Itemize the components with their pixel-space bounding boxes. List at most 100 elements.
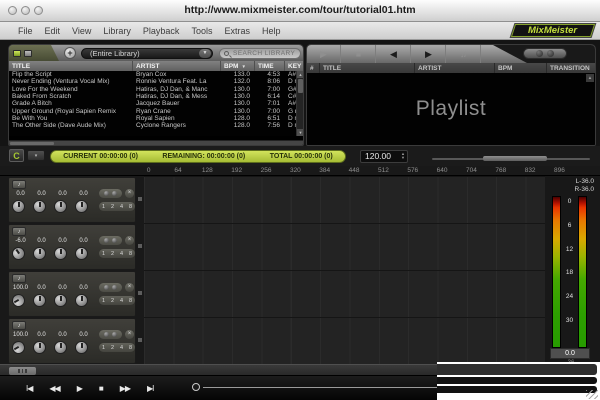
beat-button[interactable]: 1 [102, 298, 105, 304]
menu-item[interactable]: Playback [137, 26, 186, 36]
track-icon[interactable]: ♪ [12, 274, 26, 283]
close-icon[interactable]: × [125, 189, 134, 198]
stop-button[interactable]: ■ [99, 384, 103, 393]
beat-button[interactable]: 2 [111, 345, 114, 351]
play-button[interactable]: ▶ [307, 45, 341, 63]
mixer-knob[interactable] [33, 341, 46, 354]
playlist-view-icon[interactable] [24, 50, 32, 57]
track-toggle-button[interactable] [104, 238, 109, 243]
beat-button[interactable]: 1 [102, 251, 105, 257]
column-header-title[interactable]: TITLE [320, 63, 415, 73]
stop-button[interactable]: ■ [342, 45, 376, 63]
track-toggle-button[interactable] [104, 191, 109, 196]
close-icon[interactable]: × [125, 283, 134, 292]
track-toggle-button[interactable] [112, 238, 117, 243]
track-icon[interactable]: ♪ [12, 180, 26, 189]
track-toggle-button[interactable] [104, 285, 109, 290]
column-header-transition[interactable]: TRANSITION [547, 63, 595, 73]
beat-button[interactable]: 8 [129, 204, 132, 210]
rewind-button[interactable]: ◀◀ [49, 384, 59, 393]
bpm-display[interactable]: 120.00 ▲ ▼ [360, 150, 408, 163]
previous-track-button[interactable]: ◀ [377, 45, 411, 63]
scroll-up-icon[interactable]: ▲ [297, 71, 304, 78]
tempo-slider[interactable] [432, 158, 590, 160]
search-box[interactable] [219, 48, 301, 59]
table-row[interactable]: Upper Ground (Royal Sapien Remix Ryan Cr… [9, 107, 303, 114]
column-header-time[interactable]: TIME [255, 61, 285, 71]
mixer-knob[interactable] [75, 200, 88, 213]
mixer-knob[interactable] [75, 294, 88, 307]
column-header-number[interactable]: # [307, 63, 320, 73]
mixer-knob[interactable] [75, 341, 88, 354]
menu-item[interactable]: View [66, 26, 97, 36]
mixer-knob[interactable] [10, 292, 28, 310]
loop-button[interactable]: C [9, 149, 24, 162]
column-header-key[interactable]: KEY [285, 61, 303, 71]
search-input[interactable] [231, 49, 297, 58]
track-handle[interactable] [137, 177, 143, 223]
table-row[interactable]: Grade A Bitch Jacquez Bauer 130.0 7:01 A… [9, 100, 303, 107]
table-row[interactable]: Baked From Scratch Hatiras, DJ Dan, & Me… [9, 93, 303, 100]
beat-button[interactable]: 4 [120, 251, 123, 257]
menu-item[interactable]: File [12, 26, 39, 36]
track-toggle-button[interactable] [112, 191, 117, 196]
library-view-icon[interactable] [13, 50, 21, 57]
mixer-knob[interactable] [75, 247, 88, 260]
position-slider-track[interactable] [203, 387, 438, 388]
track-icon[interactable]: ♪ [12, 321, 26, 330]
beat-button[interactable]: 8 [129, 345, 132, 351]
mixer-knob[interactable] [54, 200, 67, 213]
skip-end-button[interactable]: ▶I [147, 384, 153, 393]
mixer-knob[interactable] [54, 247, 67, 260]
step-down-icon[interactable]: ▼ [401, 156, 405, 160]
menu-item[interactable]: Help [256, 26, 287, 36]
library-filter-dropdown[interactable]: (Entire Library) ▼ [81, 48, 213, 59]
beat-button[interactable]: 2 [111, 298, 114, 304]
beat-button[interactable]: 8 [129, 298, 132, 304]
scrollbar-thumb[interactable] [298, 79, 303, 93]
marker-dropdown[interactable]: ▾ [27, 150, 45, 161]
menu-item[interactable]: Extras [218, 26, 256, 36]
track-toggle-button[interactable] [112, 285, 117, 290]
library-scrollbar[interactable]: ▲ ▼ [296, 71, 303, 136]
beat-button[interactable]: 1 [102, 345, 105, 351]
beat-button[interactable]: 2 [111, 251, 114, 257]
mixer-knob[interactable] [33, 294, 46, 307]
fast-forward-button[interactable]: ▶▶ [120, 384, 130, 393]
menu-item[interactable]: Edit [39, 26, 67, 36]
mixer-knob[interactable] [9, 244, 27, 262]
column-header-bpm[interactable]: BPM▼ [221, 61, 255, 71]
table-row[interactable]: The Other Side (Dave Aude Mix) Cyclone R… [9, 122, 303, 129]
track-handle[interactable] [137, 318, 143, 364]
beat-button[interactable]: 8 [129, 251, 132, 257]
track-toggle-button[interactable] [104, 332, 109, 337]
playlist-option-button-2[interactable] [547, 50, 554, 57]
beat-button[interactable]: 2 [111, 204, 114, 210]
mixer-knob[interactable] [54, 294, 67, 307]
track-handle[interactable] [137, 271, 143, 317]
column-header-artist[interactable]: ARTIST [133, 61, 221, 71]
mixer-knob[interactable] [12, 200, 25, 213]
beat-button[interactable]: 1 [102, 204, 105, 210]
beat-button[interactable]: 4 [120, 204, 123, 210]
close-icon[interactable]: × [125, 330, 134, 339]
close-icon[interactable]: × [125, 236, 134, 245]
table-row[interactable]: Love For the Weekend Hatiras, DJ Dan, & … [9, 86, 303, 93]
preview-button[interactable]: ♫ [447, 45, 481, 63]
next-track-button[interactable]: ▶ [412, 45, 446, 63]
playlist-option-button-1[interactable] [536, 50, 543, 57]
position-slider-thumb[interactable] [192, 383, 200, 391]
column-header-bpm[interactable]: BPM [495, 63, 547, 73]
menu-item[interactable]: Library [97, 26, 137, 36]
table-row[interactable]: Be With You Royal Sapien 128.0 6:51 D m [9, 115, 303, 122]
chevron-down-icon[interactable]: ▼ [199, 49, 211, 58]
bpm-stepper[interactable]: ▲ ▼ [399, 152, 407, 160]
track-handle[interactable] [137, 224, 143, 270]
mixer-knob[interactable] [54, 341, 67, 354]
column-header-artist[interactable]: ARTIST [415, 63, 495, 73]
column-header-title[interactable]: TITLE [9, 61, 133, 71]
position-slider[interactable] [192, 383, 438, 393]
mixer-knob[interactable] [33, 200, 46, 213]
skip-start-button[interactable]: I◀ [26, 384, 32, 393]
library-hscrollbar[interactable] [9, 140, 303, 145]
